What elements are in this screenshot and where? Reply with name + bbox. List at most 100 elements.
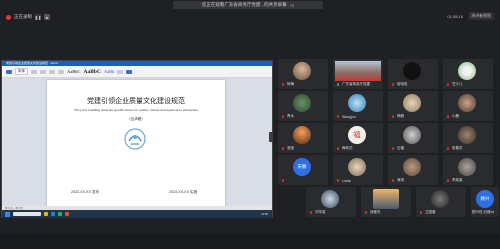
- mic-muted-icon: [282, 179, 284, 182]
- mic-muted-icon: [282, 115, 284, 118]
- wechat-icon[interactable]: [58, 212, 62, 216]
- avatar: [458, 62, 476, 80]
- avatar: [403, 126, 421, 144]
- participant-tile[interactable]: 哈哈哈: [388, 59, 438, 89]
- top-toolbar: 正在录制 ❚❚ ■ 01:58:16 演讲者视图: [0, 10, 500, 24]
- participant-tile[interactable]: 宋鹏: [278, 155, 328, 185]
- participant-name: 刘华英: [315, 210, 326, 214]
- mic-muted-icon: [310, 211, 312, 214]
- top-right-controls: 01:58:16 演讲者视图: [447, 12, 494, 20]
- shared-screen[interactable]: 党建引领企业质量文化建设规范 - Word 宋体 AaBbC AaBbC AaB…: [1, 60, 273, 218]
- participant-tile[interactable]: 福 梅林花: [333, 123, 383, 153]
- avatar: [348, 94, 366, 112]
- participant-name: 小鹿: [452, 114, 459, 118]
- mic-muted-icon: [337, 147, 339, 150]
- windows-start-icon[interactable]: [5, 211, 10, 217]
- avatar: 顾兴: [476, 190, 494, 208]
- mic-muted-icon: [337, 115, 339, 118]
- publish-date: 2023-XX-XX 发布: [71, 190, 100, 194]
- document-subtitle: The party building leads the specificati…: [73, 108, 199, 112]
- participant-tile[interactable]: 海滨: [388, 155, 438, 185]
- font-box[interactable]: 宋体: [15, 68, 28, 75]
- mic-muted-icon: [392, 147, 394, 150]
- avatar: [293, 62, 311, 80]
- party-emblem-icon: [124, 128, 146, 150]
- participant-tile[interactable]: 成都杰: [361, 187, 411, 217]
- participant-name: 顾兴旺-石峰ok: [472, 210, 495, 214]
- participant-tile[interactable]: 青木: [278, 91, 328, 121]
- participant-tile[interactable]: Linda: [333, 155, 383, 185]
- document-area: 党建引领企业质量文化建设规范 The party building leads …: [2, 78, 272, 206]
- browser-icon[interactable]: [65, 212, 69, 216]
- mic-muted-icon: [392, 83, 394, 86]
- meeting-control-bar: [0, 233, 500, 249]
- participant-tile[interactable]: Wangjun: [333, 91, 383, 121]
- stop-recording-button[interactable]: ■: [44, 14, 50, 20]
- avatar: [293, 94, 311, 112]
- participant-tile[interactable]: 小鹿: [443, 91, 493, 121]
- mic-muted-icon: [365, 211, 367, 214]
- explorer-icon[interactable]: [44, 212, 48, 216]
- participant-tile[interactable]: 张春花: [443, 123, 493, 153]
- style-normal[interactable]: AaBbC: [67, 69, 81, 74]
- bold-icon[interactable]: [31, 69, 37, 74]
- meeting-window: 您正在观看广东省商务厅党建...的共享屏幕 75 正在录制 ❚❚ ■ 01:58…: [0, 0, 500, 249]
- mic-muted-icon: [392, 179, 394, 182]
- taskbar-search[interactable]: [13, 212, 41, 216]
- participant-name: 豆汁儿: [452, 82, 463, 86]
- participant-tile[interactable]: 刘华英: [306, 187, 356, 217]
- mic-muted-icon: [447, 115, 449, 118]
- participant-tile[interactable]: 李某某: [443, 155, 493, 185]
- video-feed: [335, 61, 381, 81]
- pause-recording-button[interactable]: ❚❚: [35, 14, 41, 20]
- participant-tile[interactable]: 晴朗: [388, 91, 438, 121]
- word-app-icon[interactable]: [51, 212, 55, 216]
- mic-muted-icon: [420, 211, 422, 214]
- mic-muted-icon: [392, 115, 394, 118]
- participant-name: 张春花: [452, 146, 463, 150]
- avatar: [403, 62, 421, 80]
- recording-indicator: 正在录制 ❚❚ ■: [6, 14, 50, 20]
- participant-name: 海滨: [397, 178, 404, 182]
- find-icon[interactable]: [117, 69, 124, 74]
- participant-tile[interactable]: 顾兴 顾兴旺-石峰ok: [471, 187, 499, 217]
- participant-name: 成都杰: [370, 210, 381, 214]
- avatar: [458, 126, 476, 144]
- view-switch-button[interactable]: 演讲者视图: [468, 12, 494, 20]
- italic-icon[interactable]: [40, 69, 46, 74]
- participant-tile[interactable]: 阿梅: [278, 59, 328, 89]
- mic-muted-icon: [337, 179, 339, 182]
- participant-tile[interactable]: 漫漫: [278, 123, 328, 153]
- avatar: [403, 94, 421, 112]
- participant-name: 李某某: [452, 178, 463, 182]
- mic-icon: [337, 83, 339, 86]
- avatar: [348, 158, 366, 176]
- participant-name: 阿梅: [287, 82, 294, 86]
- participant-tile[interactable]: 广东省商务厅党建: [333, 59, 383, 89]
- style-heading2[interactable]: AaBb: [104, 69, 115, 74]
- participant-tile[interactable]: 石榴: [388, 123, 438, 153]
- document-draft-label: （征求稿）: [127, 117, 145, 121]
- record-dot-icon: [6, 14, 11, 20]
- participant-tile[interactable]: 豆汁儿: [443, 59, 493, 89]
- banner-title: 您正在观看广东省商务厅党建...的共享屏幕: [201, 2, 287, 7]
- align-icon[interactable]: [58, 69, 64, 74]
- effective-date: 2023-XX-XX 实施: [169, 190, 198, 194]
- mic-muted-icon: [282, 83, 284, 86]
- avatar: [403, 158, 421, 176]
- avatar: [431, 190, 449, 208]
- participant-name: 石榴: [397, 146, 404, 150]
- file-icon[interactable]: [6, 69, 12, 74]
- participant-name: 哈哈哈: [397, 82, 408, 86]
- share-banner[interactable]: 您正在观看广东省商务厅党建...的共享屏幕 75: [173, 1, 323, 9]
- avatar: 宋鹏: [293, 158, 311, 176]
- style-heading1[interactable]: AaBbC: [84, 69, 101, 75]
- underline-icon[interactable]: [49, 69, 55, 74]
- participant-name: 漫漫: [287, 146, 294, 150]
- participant-tile[interactable]: 卫国春: [416, 187, 466, 217]
- share-icon[interactable]: [126, 69, 133, 74]
- document-page[interactable]: 党建引领企业质量文化建设规范 The party building leads …: [47, 80, 225, 206]
- panel-collapse-handle[interactable]: [269, 132, 273, 142]
- mic-muted-icon: [447, 83, 449, 86]
- mic-muted-icon: [282, 147, 284, 150]
